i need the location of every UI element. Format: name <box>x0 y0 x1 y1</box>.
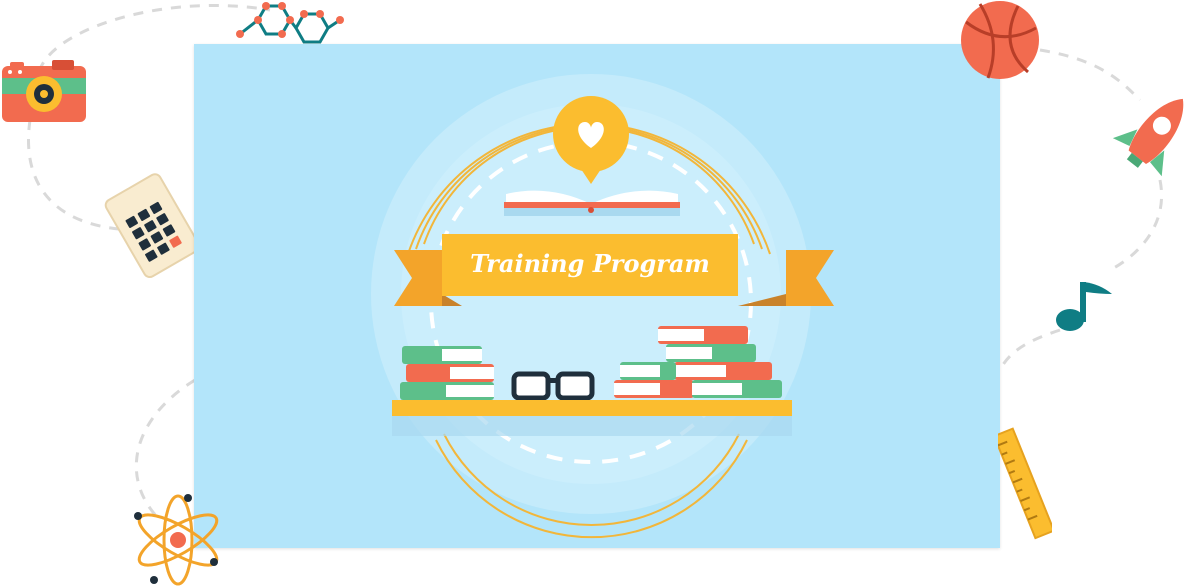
rocket-icon <box>1112 98 1184 177</box>
music-note-icon <box>1056 282 1112 331</box>
ruler-icon <box>998 427 1052 540</box>
basketball-icon <box>961 1 1039 79</box>
shelf-icon <box>392 400 792 436</box>
banner-title: Training Program <box>470 249 710 278</box>
atom-icon <box>134 494 219 586</box>
calculator-icon <box>104 173 200 279</box>
training-emblem: Training Program <box>371 74 834 539</box>
camera-icon <box>2 60 86 122</box>
molecule-icon <box>236 2 344 44</box>
hero-panel: Training Program <box>194 44 1000 548</box>
book-stack-icon <box>400 346 494 400</box>
